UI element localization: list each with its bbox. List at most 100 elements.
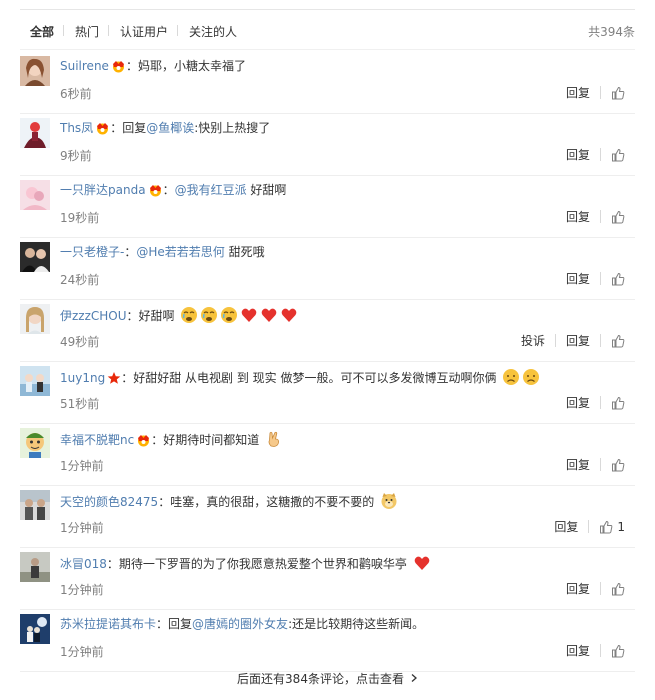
heart-icon xyxy=(240,306,258,329)
avatar[interactable] xyxy=(20,366,50,396)
avatar[interactable] xyxy=(20,242,50,272)
username[interactable]: 幸福不脱靶nc xyxy=(60,433,134,447)
doge-emoji-icon xyxy=(380,492,398,515)
avatar[interactable] xyxy=(20,490,50,520)
comment-item: 1uy1ng ：好甜好甜 从电视剧 到 现实 做梦一般。可不可以多发微博互动啊你俩… xyxy=(20,362,635,424)
reply-button[interactable]: 回复 xyxy=(566,456,590,473)
like-button[interactable] xyxy=(611,209,625,224)
crying-face-emoji-icon xyxy=(200,306,218,329)
divider xyxy=(588,520,590,533)
username[interactable]: Suilrene xyxy=(60,59,109,73)
comment-text: 好甜啊 xyxy=(246,183,287,197)
comment-item: 幸福不脱靶nc ：好期待时间都知道 1分钟前 回复 xyxy=(20,424,635,486)
divider xyxy=(600,86,601,99)
comment-line: 一只老橙子-：@He若若若思何 甜死哦 xyxy=(60,245,265,259)
avatar[interactable] xyxy=(20,118,50,148)
comment-item: 天空的颜色82475：哇塞，真的很甜，这糖撒的不要不要的 1分钟前 回复 1 xyxy=(20,486,635,548)
timestamp: 9秒前 xyxy=(60,149,92,163)
comment-actions: 回复 xyxy=(566,146,625,162)
divider xyxy=(600,210,601,223)
member-crown-icon xyxy=(95,121,110,140)
username[interactable]: 天空的颜色82475 xyxy=(60,495,158,509)
comment-line: 1uy1ng ：好甜好甜 从电视剧 到 现实 做梦一般。可不可以多发微博互动啊你俩 xyxy=(60,368,635,391)
comment-line: 苏米拉提诺其布卡：回复@唐嫣的圈外女友:还是比较期待这些新闻。 xyxy=(60,617,425,631)
username[interactable]: 1uy1ng xyxy=(60,371,105,385)
comment-item: Suilrene ：妈耶，小糖太幸福了 6秒前 回复 xyxy=(20,52,635,114)
timestamp: 51秒前 xyxy=(60,397,100,411)
divider xyxy=(600,272,601,285)
username[interactable]: 冰冒018 xyxy=(60,557,107,571)
reply-button[interactable]: 回复 xyxy=(566,332,590,349)
load-more-comments-link[interactable]: 后面还有384条评论，点击查看 xyxy=(0,670,655,687)
reply-button[interactable]: 回复 xyxy=(566,394,590,411)
mention-link[interactable]: @鱼椰诶 xyxy=(146,121,194,135)
divider xyxy=(600,458,601,471)
timestamp: 1分钟前 xyxy=(60,521,104,535)
like-count: 1 xyxy=(617,519,625,534)
comment-item: 伊zzzCHOU：好甜啊 49秒前 投诉 回复 xyxy=(20,300,635,362)
sad-face-emoji-icon xyxy=(522,368,540,391)
reply-button[interactable]: 回复 xyxy=(566,208,590,225)
divider xyxy=(108,25,109,36)
username[interactable]: Ths凤 xyxy=(60,121,93,135)
comment-actions: 回复 xyxy=(566,84,625,100)
comment-line: 冰冒018：期待一下罗晋的为了你我愿意热爱整个世界和鹳唳华亭 xyxy=(60,554,635,577)
divider xyxy=(600,582,601,595)
tab-hot[interactable]: 热门 xyxy=(75,23,99,40)
avatar[interactable] xyxy=(20,56,50,86)
divider xyxy=(20,9,635,10)
like-button[interactable] xyxy=(611,85,625,100)
comment-actions: 回复 1 xyxy=(554,518,625,534)
avatar[interactable] xyxy=(20,614,50,644)
reply-button[interactable]: 回复 xyxy=(566,146,590,163)
comment-text: :快别上热搜了 xyxy=(194,121,271,135)
timestamp: 1分钟前 xyxy=(60,645,104,659)
heart-icon xyxy=(260,306,278,329)
like-button[interactable] xyxy=(611,581,625,596)
like-button[interactable] xyxy=(611,333,625,348)
thumbs-up-icon xyxy=(612,582,625,596)
comment-text: 甜死哦 xyxy=(224,245,265,259)
username[interactable]: 苏米拉提诺其布卡 xyxy=(60,617,156,631)
username[interactable]: 一只胖达panda xyxy=(60,183,146,197)
like-button[interactable] xyxy=(611,147,625,162)
comment-actions: 回复 xyxy=(566,456,625,472)
reply-button[interactable]: 回复 xyxy=(566,270,590,287)
mention-link[interactable]: @我有红豆派 xyxy=(175,183,247,197)
mention-link[interactable]: @He若若若思何 xyxy=(136,245,224,259)
tab-all[interactable]: 全部 xyxy=(30,23,54,40)
divider xyxy=(600,644,601,657)
comment-actions: 回复 xyxy=(566,270,625,286)
crying-face-emoji-icon xyxy=(180,306,198,329)
reply-button[interactable]: 回复 xyxy=(566,580,590,597)
timestamp: 1分钟前 xyxy=(60,583,104,597)
avatar[interactable] xyxy=(20,428,50,458)
star-badge-icon xyxy=(107,371,121,390)
reply-button[interactable]: 回复 xyxy=(566,84,590,101)
comment-actions: 回复 xyxy=(566,208,625,224)
thumbs-up-icon xyxy=(612,458,625,472)
comment-item: 苏米拉提诺其布卡：回复@唐嫣的圈外女友:还是比较期待这些新闻。 1分钟前 回复 xyxy=(20,610,635,672)
like-button[interactable] xyxy=(611,643,625,658)
timestamp: 24秒前 xyxy=(60,273,100,287)
like-button[interactable] xyxy=(611,457,625,472)
reply-button[interactable]: 回复 xyxy=(566,642,590,659)
avatar[interactable] xyxy=(20,552,50,582)
mention-link[interactable]: @唐嫣的圈外女友 xyxy=(192,617,288,631)
like-button[interactable] xyxy=(611,271,625,286)
username[interactable]: 伊zzzCHOU xyxy=(60,309,127,323)
divider xyxy=(600,148,601,161)
avatar[interactable] xyxy=(20,180,50,210)
report-button[interactable]: 投诉 xyxy=(521,332,545,349)
username[interactable]: 一只老橙子- xyxy=(60,245,124,259)
like-button[interactable] xyxy=(611,395,625,410)
avatar[interactable] xyxy=(20,304,50,334)
comment-text: 妈耶，小糖太幸福了 xyxy=(137,59,246,73)
reply-button[interactable]: 回复 xyxy=(554,518,578,535)
tab-following[interactable]: 关注的人 xyxy=(189,23,237,40)
member-crown-icon xyxy=(136,433,151,452)
comment-text: 好甜好甜 从电视剧 到 现实 做梦一般。可不可以多发微博互动啊你俩 xyxy=(133,371,497,385)
comment-item: 一只老橙子-：@He若若若思何 甜死哦 24秒前 回复 xyxy=(20,238,635,300)
tab-verified[interactable]: 认证用户 xyxy=(120,23,168,40)
like-button[interactable]: 1 xyxy=(599,519,625,534)
